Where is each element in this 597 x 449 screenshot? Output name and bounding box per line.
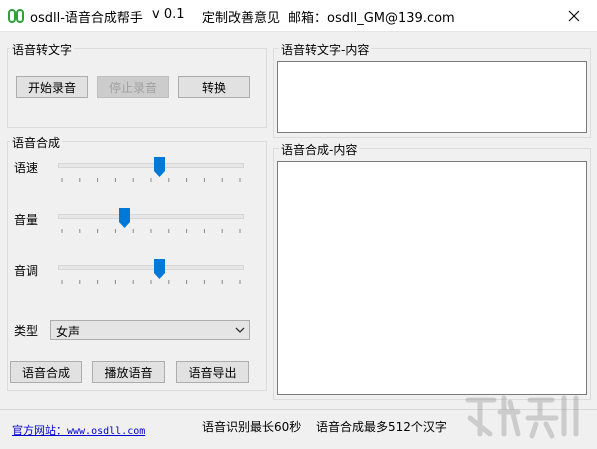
window-title: osdll-语音合成帮手 bbox=[30, 11, 143, 26]
synthesize-button[interactable]: 语音合成 bbox=[10, 361, 82, 383]
version-label: v 0.1 bbox=[152, 7, 185, 22]
stt-content-textbox[interactable] bbox=[277, 61, 587, 133]
export-voice-button[interactable]: 语音导出 bbox=[176, 361, 249, 383]
download-site-watermark-icon bbox=[465, 395, 579, 439]
tts-group-title: 语音合成 bbox=[10, 134, 63, 151]
official-site-url: www.osdll.com bbox=[67, 426, 146, 437]
close-icon bbox=[568, 10, 580, 21]
stt-limit-note: 语音识别最长60秒 bbox=[202, 420, 302, 434]
email-label: 邮箱：osdll_GM@139.com bbox=[288, 11, 455, 26]
voice-type-value: 女声 bbox=[56, 325, 81, 339]
stop-recording-button[interactable]: 停止录音 bbox=[97, 76, 169, 98]
stt-content-title: 语音转文字-内容 bbox=[279, 41, 372, 58]
pitch-slider-ticks bbox=[61, 280, 241, 284]
speed-slider-ticks bbox=[61, 178, 241, 182]
official-site-link[interactable]: 官方网站：www.osdll.com bbox=[12, 422, 145, 438]
feedback-link[interactable]: 定制改善意见 bbox=[202, 7, 280, 26]
volume-slider[interactable] bbox=[58, 208, 244, 238]
tts-content-title: 语音合成-内容 bbox=[279, 141, 360, 158]
convert-button[interactable]: 转换 bbox=[178, 76, 250, 98]
speed-slider-thumb[interactable] bbox=[154, 157, 166, 177]
speed-slider[interactable] bbox=[58, 157, 244, 187]
official-site-label: 官方网站： bbox=[12, 424, 67, 437]
volume-slider-track bbox=[58, 214, 244, 219]
close-button[interactable] bbox=[551, 0, 597, 31]
speed-label: 语速 bbox=[14, 161, 39, 175]
pitch-label: 音调 bbox=[14, 264, 39, 278]
pitch-slider[interactable] bbox=[58, 259, 244, 289]
type-label: 类型 bbox=[14, 324, 39, 338]
app-logo-icon bbox=[8, 9, 24, 23]
play-voice-button[interactable]: 播放语音 bbox=[92, 361, 165, 383]
speed-slider-track bbox=[58, 163, 244, 168]
title-bar: osdll-语音合成帮手 v 0.1 定制改善意见 邮箱：osdll_GM@13… bbox=[0, 0, 597, 32]
tts-limit-note: 语音合成最多512个汉字 bbox=[316, 420, 447, 434]
tts-content-textbox[interactable] bbox=[277, 161, 587, 395]
stt-group-title: 语音转文字 bbox=[10, 41, 75, 58]
pitch-slider-track bbox=[58, 265, 244, 270]
volume-slider-thumb[interactable] bbox=[118, 208, 130, 228]
volume-label: 音量 bbox=[14, 213, 39, 227]
pitch-slider-thumb[interactable] bbox=[154, 259, 166, 279]
voice-type-select[interactable]: 女声 bbox=[50, 320, 250, 340]
chevron-down-icon bbox=[235, 327, 245, 333]
start-recording-button[interactable]: 开始录音 bbox=[16, 76, 88, 98]
volume-slider-ticks bbox=[61, 229, 241, 233]
